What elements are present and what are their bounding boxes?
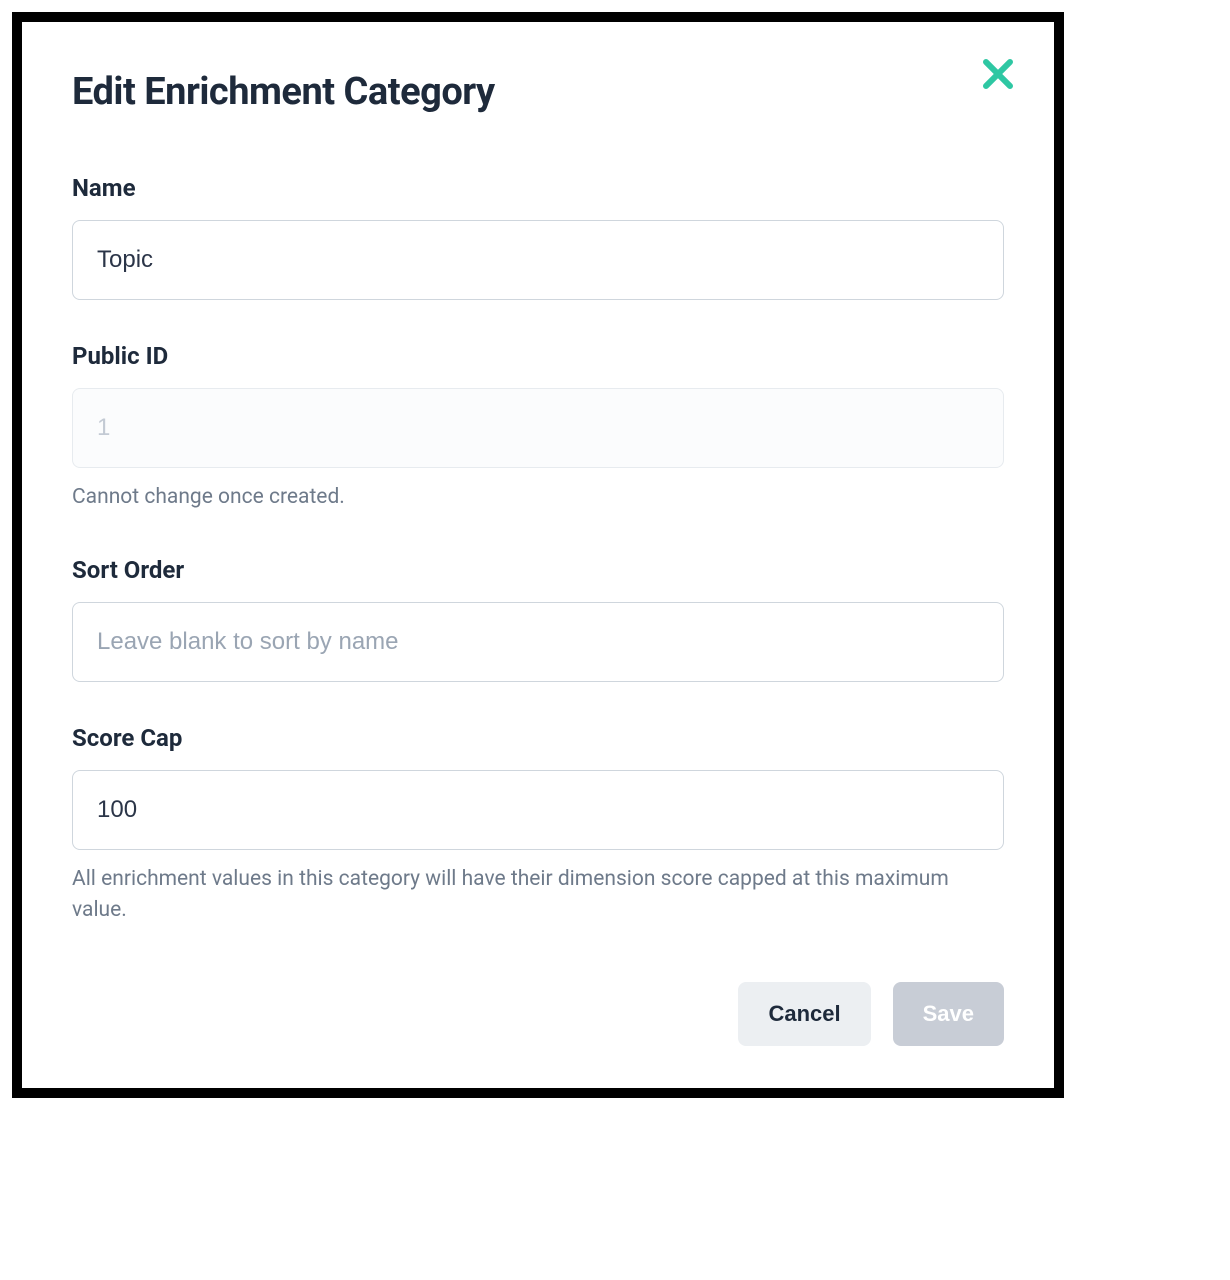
modal-footer: Cancel Save bbox=[738, 982, 1004, 1046]
public-id-help-text: Cannot change once created. bbox=[72, 482, 1004, 514]
close-button[interactable] bbox=[978, 54, 1018, 94]
form-group-sort-order: Sort Order bbox=[72, 556, 1004, 682]
cancel-button[interactable]: Cancel bbox=[738, 982, 870, 1046]
sort-order-input[interactable] bbox=[72, 602, 1004, 682]
modal-header: Edit Enrichment Category bbox=[72, 70, 1004, 114]
sort-order-label: Sort Order bbox=[72, 556, 1004, 584]
public-id-label: Public ID bbox=[72, 342, 1004, 370]
score-cap-help-text: All enrichment values in this category w… bbox=[72, 864, 1004, 927]
save-button[interactable]: Save bbox=[893, 982, 1004, 1046]
score-cap-label: Score Cap bbox=[72, 724, 1004, 752]
close-icon bbox=[980, 56, 1016, 92]
name-label: Name bbox=[72, 174, 1004, 202]
score-cap-input[interactable] bbox=[72, 770, 1004, 850]
modal-title: Edit Enrichment Category bbox=[72, 70, 495, 114]
form-group-public-id: Public ID Cannot change once created. bbox=[72, 342, 1004, 514]
form-group-score-cap: Score Cap All enrichment values in this … bbox=[72, 724, 1004, 927]
public-id-input bbox=[72, 388, 1004, 468]
name-input[interactable] bbox=[72, 220, 1004, 300]
form-group-name: Name bbox=[72, 174, 1004, 300]
modal-dialog: Edit Enrichment Category Name Public ID … bbox=[12, 12, 1064, 1098]
